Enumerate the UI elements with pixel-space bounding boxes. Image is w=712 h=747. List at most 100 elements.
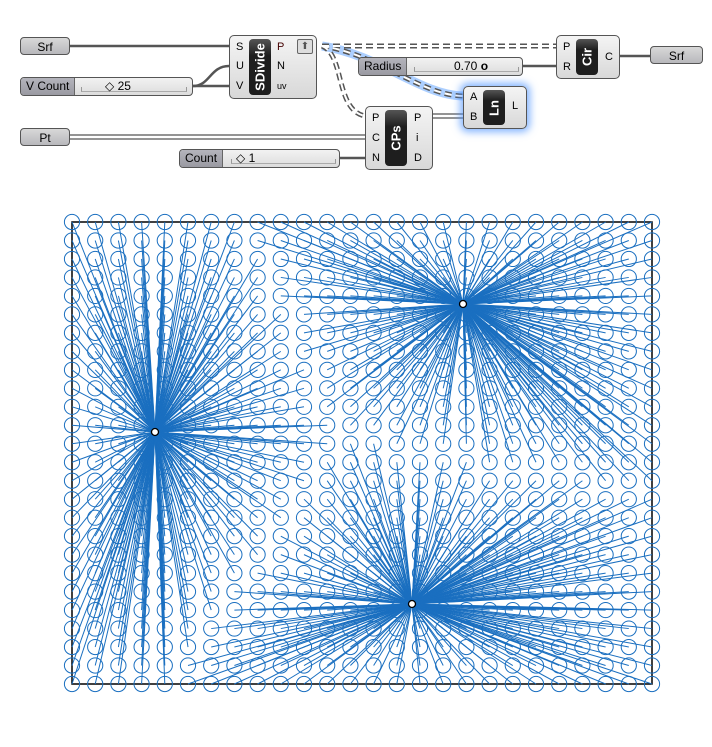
- grid-circle: [249, 287, 266, 305]
- grid-circle: [133, 287, 150, 305]
- count-slider[interactable]: Count ◇ 1: [179, 149, 340, 168]
- grid-circle: [203, 638, 220, 656]
- input-s[interactable]: S: [236, 41, 243, 53]
- grid-circle: [620, 269, 637, 286]
- input-v[interactable]: V: [236, 80, 243, 92]
- grid-circle: [620, 454, 637, 471]
- v-count-value[interactable]: ◇ 25: [105, 78, 131, 95]
- input-c[interactable]: C: [372, 132, 380, 144]
- grid-circle: [110, 287, 127, 305]
- grid-circle: [87, 343, 104, 360]
- grid-circle: [203, 620, 220, 637]
- grid-circle: [226, 306, 243, 323]
- wire-pt-c: [70, 134, 365, 140]
- arrow-up-icon[interactable]: ⬆: [297, 39, 313, 54]
- grid-circle: [87, 638, 104, 656]
- grid-circle: [87, 398, 104, 415]
- grid-circle: [620, 472, 637, 489]
- grid-circle: [597, 250, 614, 268]
- v-count-slider[interactable]: V Count ◇ 25: [20, 77, 193, 96]
- closest-point-line: [462, 221, 583, 305]
- grid-circle: [87, 657, 104, 674]
- output-p[interactable]: P: [414, 112, 421, 124]
- grid-circle: [435, 638, 452, 656]
- grid-circle: [551, 435, 568, 452]
- output-p[interactable]: P: [277, 41, 284, 53]
- input-p[interactable]: P: [372, 112, 379, 124]
- grid-circle: [110, 657, 127, 674]
- grid-circle: [504, 250, 521, 268]
- srf-param[interactable]: Srf: [20, 37, 70, 55]
- closest-point-line: [462, 221, 560, 305]
- srf-output-param[interactable]: Srf: [650, 46, 703, 64]
- grid-circle: [179, 638, 197, 656]
- output-n[interactable]: N: [277, 60, 285, 72]
- cir-component[interactable]: P R Cir C: [556, 35, 620, 79]
- sdivide-name: SDivide: [249, 39, 271, 95]
- grid-circle: [342, 435, 359, 452]
- slider-track[interactable]: [81, 87, 187, 92]
- radius-label: Radius: [359, 58, 408, 75]
- grid-circle: [249, 250, 266, 268]
- count-label: Count: [180, 150, 224, 167]
- srf-label: Srf: [37, 40, 53, 54]
- grid-circle: [295, 398, 313, 415]
- input-b[interactable]: B: [470, 111, 477, 123]
- sdivide-component[interactable]: S U V SDivide P N uv ⬆: [229, 35, 317, 99]
- grid-circle: [272, 398, 289, 415]
- input-a[interactable]: A: [470, 91, 477, 103]
- grid-circle: [620, 546, 637, 563]
- output-l[interactable]: L: [512, 100, 518, 112]
- grid-circle: [272, 250, 289, 268]
- cps-name: CPs: [385, 110, 407, 166]
- grid-circle: [620, 509, 637, 526]
- cps-component[interactable]: P C N CPs P i D: [365, 106, 433, 170]
- output-i[interactable]: i: [416, 132, 418, 144]
- grid-circle: [620, 638, 637, 656]
- grid-circle: [551, 232, 568, 249]
- cir-name: Cir: [576, 39, 598, 75]
- attractor-point[interactable]: [150, 427, 160, 437]
- grid-circle: [365, 657, 382, 674]
- attractor-point[interactable]: [407, 599, 417, 609]
- grid-circle: [551, 491, 568, 508]
- grid-circle: [110, 398, 127, 415]
- grid-circle: [179, 657, 197, 674]
- grid-circle: [179, 287, 197, 305]
- input-n[interactable]: N: [372, 152, 380, 164]
- count-value[interactable]: ◇ 1: [236, 150, 255, 167]
- output-d[interactable]: D: [414, 152, 422, 164]
- grid-circle: [481, 250, 498, 268]
- grid-circle: [226, 343, 243, 360]
- input-p[interactable]: P: [563, 41, 570, 53]
- radius-slider[interactable]: Radius 0.70 o: [358, 57, 523, 76]
- pt-param[interactable]: Pt: [20, 128, 70, 146]
- v-count-number: 25: [117, 79, 131, 93]
- grid-circle: [388, 657, 405, 674]
- grid-circle: [481, 638, 498, 656]
- grid-circle: [249, 528, 266, 545]
- radius-value[interactable]: 0.70 o: [454, 58, 488, 75]
- ln-component[interactable]: A B Ln L: [463, 86, 527, 129]
- v-count-label: V Count: [21, 78, 76, 95]
- input-u[interactable]: U: [236, 60, 244, 72]
- grid-circle: [620, 620, 637, 637]
- ln-name: Ln: [483, 90, 505, 125]
- grid-circle: [551, 509, 568, 526]
- output-uv[interactable]: uv: [277, 80, 287, 92]
- grid-circle: [272, 306, 289, 323]
- attractor-point[interactable]: [458, 299, 468, 309]
- grid-circle: [620, 417, 637, 434]
- grid-circle: [272, 638, 289, 656]
- output-c[interactable]: C: [605, 51, 613, 63]
- input-r[interactable]: R: [563, 61, 571, 73]
- grid-circle: [411, 638, 429, 656]
- grid-circle: [272, 583, 289, 600]
- grid-circle: [203, 657, 220, 674]
- closest-point-line: [117, 240, 156, 433]
- viewport[interactable]: [0, 200, 712, 720]
- grid-circle: [110, 250, 127, 268]
- grid-circle: [620, 565, 637, 582]
- grid-circle: [620, 491, 637, 508]
- grid-circle: [551, 657, 568, 674]
